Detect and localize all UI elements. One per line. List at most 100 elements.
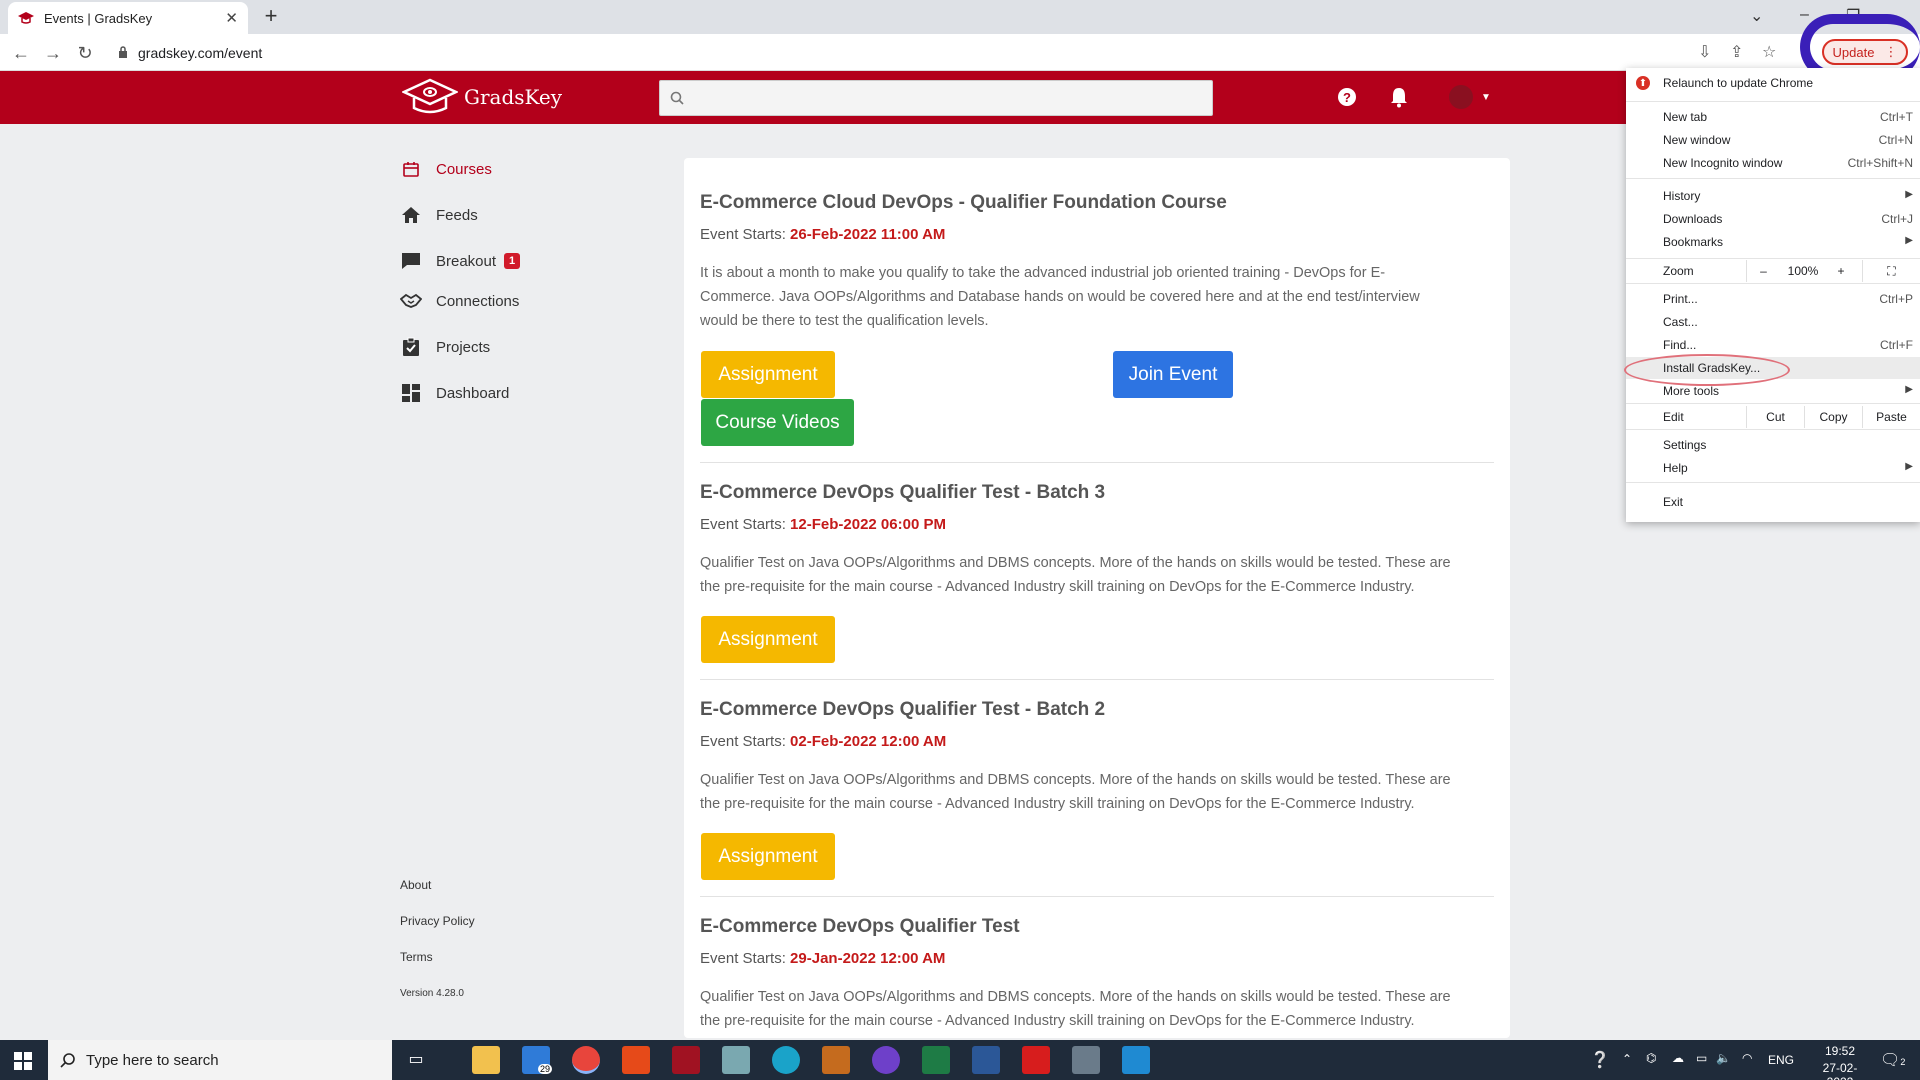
excel-icon[interactable] <box>922 1046 950 1074</box>
file-explorer-icon[interactable] <box>472 1046 500 1074</box>
menu-item-more-tools[interactable]: More tools ▶ <box>1663 384 1913 398</box>
assignment-button[interactable]: Assignment <box>701 616 835 663</box>
notification-center-icon[interactable]: 🗨2 <box>1880 1050 1905 1070</box>
about-link[interactable]: About <box>400 878 431 892</box>
install-app-icon[interactable]: ⇩ <box>1698 42 1711 62</box>
menu-item-label: More tools <box>1663 384 1720 398</box>
notepad-icon[interactable] <box>722 1046 750 1074</box>
terms-link[interactable]: Terms <box>400 950 433 964</box>
submenu-arrow-icon: ▶ <box>1905 235 1913 246</box>
update-button[interactable]: Update ⋮ <box>1822 39 1908 65</box>
menu-item-label: Cast... <box>1663 315 1698 329</box>
minimize-icon[interactable]: – <box>1800 6 1809 24</box>
help-icon[interactable]: ? <box>1334 84 1360 110</box>
github-icon[interactable] <box>872 1046 900 1074</box>
sidebar-item-breakout[interactable]: Breakout 1 <box>400 250 521 272</box>
user-avatar-menu[interactable]: ▼ <box>1444 84 1496 110</box>
home-icon <box>400 204 422 226</box>
menu-item-label: Find... <box>1663 338 1697 352</box>
word-icon[interactable] <box>972 1046 1000 1074</box>
menu-item-label: New tab <box>1663 110 1708 124</box>
sidebar-item-projects[interactable]: Projects <box>400 336 490 358</box>
menu-item-find[interactable]: Find... Ctrl+F <box>1663 338 1913 352</box>
volume-icon[interactable]: 🔈 <box>1716 1051 1731 1065</box>
browser-tab[interactable]: Events | GradsKey ✕ <box>8 2 248 34</box>
clock-date: 27-02-2022 <box>1822 1061 1858 1080</box>
bell-icon[interactable] <box>1386 84 1412 110</box>
menu-item-new-window[interactable]: New window Ctrl+N <box>1663 133 1913 147</box>
menu-item-history[interactable]: History ▶ <box>1663 189 1913 203</box>
forward-icon[interactable]: → <box>40 40 66 66</box>
menu-item-new-incognito[interactable]: New Incognito window Ctrl+Shift+N <box>1663 156 1913 170</box>
calculator-icon[interactable] <box>1072 1046 1100 1074</box>
event-date: Event Starts: 12-Feb-2022 06:00 PM <box>700 516 1494 533</box>
handshake-icon <box>400 290 422 312</box>
event-title[interactable]: E-Commerce Cloud DevOps - Qualifier Foun… <box>700 192 1494 214</box>
windows-start-icon[interactable] <box>14 1052 32 1075</box>
paste-button[interactable]: Paste <box>1862 406 1920 428</box>
menu-item-print[interactable]: Print... Ctrl+P <box>1663 292 1913 306</box>
show-hidden-icons-icon[interactable]: ⌃ <box>1622 1052 1632 1066</box>
fullscreen-icon[interactable]: ⛶ <box>1862 260 1920 282</box>
event-title[interactable]: E-Commerce DevOps Qualifier Test - Batch… <box>700 482 1494 504</box>
sidebar-item-dashboard[interactable]: Dashboard <box>400 382 509 404</box>
new-tab-icon[interactable]: + <box>258 4 284 30</box>
close-tab-icon[interactable]: ✕ <box>225 9 238 27</box>
network-icon[interactable]: ⌬ <box>1646 1051 1656 1065</box>
tab-search-icon[interactable]: ⌄ <box>1750 6 1763 26</box>
site-search-input[interactable] <box>659 80 1213 116</box>
menu-item-help[interactable]: Help ▶ <box>1663 461 1913 475</box>
gradskey-favicon-icon <box>18 10 34 26</box>
zoom-out-button[interactable]: – <box>1746 260 1780 282</box>
brand-logo[interactable]: GradsKey <box>402 78 562 116</box>
onedrive-icon[interactable]: ☁ <box>1672 1051 1684 1065</box>
menu-item-new-tab[interactable]: New tab Ctrl+T <box>1663 110 1913 124</box>
battery-icon[interactable]: ▭ <box>1696 1051 1707 1065</box>
copy-button[interactable]: Copy <box>1804 406 1862 428</box>
back-icon[interactable]: ← <box>8 40 34 66</box>
office-icon[interactable] <box>622 1046 650 1074</box>
url-field[interactable]: gradskey.com/event <box>108 39 1708 67</box>
vscode-icon[interactable] <box>1122 1046 1150 1074</box>
join-event-button[interactable]: Join Event <box>1113 351 1233 398</box>
graduation-cap-icon <box>402 78 458 114</box>
zoom-level-value: 100% <box>1787 264 1819 278</box>
assignment-button[interactable]: Assignment <box>701 351 835 398</box>
wifi-icon[interactable]: ◠ <box>1742 1051 1752 1065</box>
menu-item-settings[interactable]: Settings <box>1663 438 1913 452</box>
relaunch-update-item[interactable]: ⬆ Relaunch to update Chrome <box>1636 76 1813 90</box>
language-indicator[interactable]: ENG <box>1768 1053 1794 1067</box>
reload-icon[interactable]: ↻ <box>72 40 98 66</box>
chrome-icon[interactable] <box>572 1046 600 1074</box>
help-tray-icon[interactable]: ❔ <box>1590 1050 1610 1070</box>
event-title[interactable]: E-Commerce DevOps Qualifier Test - Batch… <box>700 699 1494 721</box>
sidebar-item-courses[interactable]: Courses <box>400 158 492 180</box>
mail-icon[interactable]: 29 <box>522 1046 553 1074</box>
menu-item-downloads[interactable]: Downloads Ctrl+J <box>1663 212 1913 226</box>
acrobat-icon[interactable] <box>1022 1046 1050 1074</box>
bookmark-star-icon[interactable]: ☆ <box>1762 42 1776 62</box>
course-videos-button[interactable]: Course Videos <box>701 399 854 446</box>
caret-down-icon: ▼ <box>1481 91 1491 103</box>
edge-icon[interactable] <box>772 1046 800 1074</box>
menu-item-cast[interactable]: Cast... <box>1663 315 1913 329</box>
taskbar-search-input[interactable]: Type here to search <box>48 1040 392 1080</box>
share-icon[interactable]: ⇪ <box>1730 42 1743 62</box>
zoom-row: Zoom – 100% + ⛶ <box>1626 260 1920 282</box>
task-view-icon[interactable]: ▭ <box>402 1046 430 1074</box>
event-description-line: the pre-requisite for the main course - … <box>700 796 1415 812</box>
calendar-app-icon[interactable] <box>822 1046 850 1074</box>
menu-item-label: Relaunch to update Chrome <box>1663 76 1814 90</box>
menu-item-exit[interactable]: Exit <box>1663 495 1913 509</box>
cut-button[interactable]: Cut <box>1746 406 1804 428</box>
zoom-in-button[interactable]: + <box>1826 260 1856 282</box>
menu-item-bookmarks[interactable]: Bookmarks ▶ <box>1663 235 1913 249</box>
clock-time: 19:52 <box>1824 1044 1856 1058</box>
clock[interactable]: 19:52 27-02-2022 <box>1812 1044 1868 1080</box>
privacy-policy-link[interactable]: Privacy Policy <box>400 914 475 928</box>
gradskey-app-icon[interactable] <box>672 1046 700 1074</box>
sidebar-item-connections[interactable]: Connections <box>400 290 519 312</box>
assignment-button[interactable]: Assignment <box>701 833 835 880</box>
sidebar-item-feeds[interactable]: Feeds <box>400 204 478 226</box>
event-title[interactable]: E-Commerce DevOps Qualifier Test <box>700 916 1494 938</box>
